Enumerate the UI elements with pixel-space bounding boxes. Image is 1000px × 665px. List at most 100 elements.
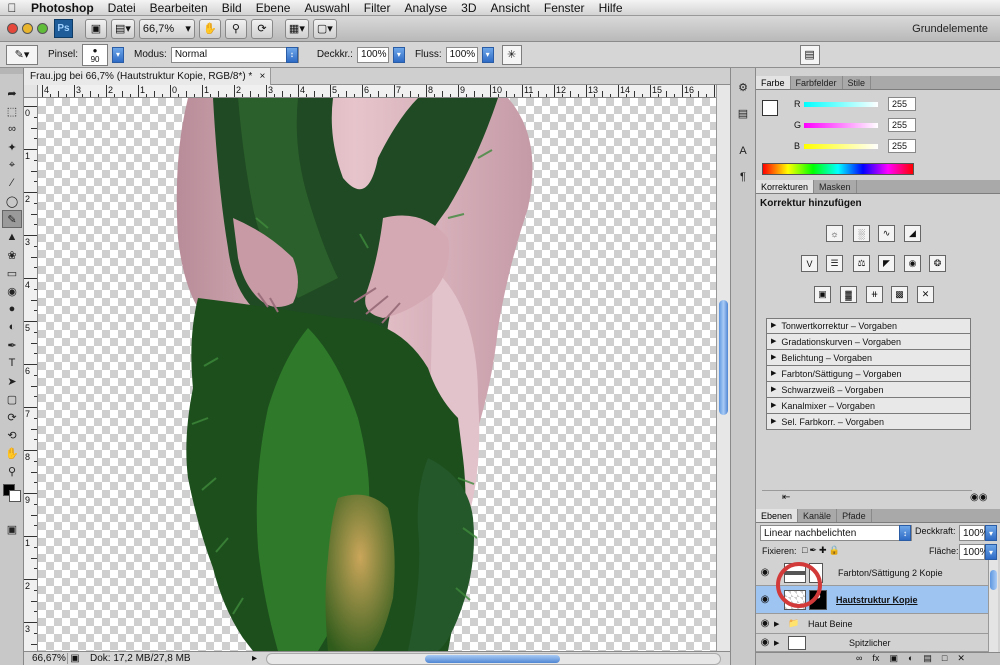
horizontal-scrollbar[interactable] bbox=[266, 652, 721, 665]
vertical-scroll-thumb[interactable] bbox=[719, 300, 728, 415]
status-info-icon[interactable]: ▣ bbox=[68, 653, 82, 664]
delete-layer-icon[interactable]: ✕ bbox=[957, 653, 965, 665]
opacity-arrow[interactable]: ▾ bbox=[392, 46, 405, 63]
menu-ebene[interactable]: Ebene bbox=[249, 0, 298, 16]
exposure-icon[interactable]: ◢ bbox=[904, 225, 921, 242]
menu-hilfe[interactable]: Hilfe bbox=[592, 0, 630, 16]
screen-mode-button[interactable]: ▢▾ bbox=[312, 18, 337, 39]
brightness-contrast-icon[interactable]: ☼ bbox=[826, 225, 843, 242]
menu-bild[interactable]: Bild bbox=[215, 0, 249, 16]
history-panel-icon[interactable]: ⚙ bbox=[733, 78, 753, 96]
status-zoom[interactable]: 66,67% bbox=[24, 653, 68, 664]
preset-tonwertkorrektur[interactable]: ▶ Tonwertkorrektur – Vorgaben bbox=[766, 318, 971, 334]
shape-tool-icon[interactable]: ▢ bbox=[2, 390, 22, 408]
pen-tool-icon[interactable]: ✒ bbox=[2, 336, 22, 354]
menu-bearbeiten[interactable]: Bearbeiten bbox=[143, 0, 215, 16]
menu-auswahl[interactable]: Auswahl bbox=[297, 0, 356, 16]
layers-scroll-thumb[interactable] bbox=[990, 570, 997, 590]
tab-stile[interactable]: Stile bbox=[843, 76, 872, 89]
airbrush-button[interactable]: ✳ bbox=[501, 44, 522, 65]
minimize-window-button[interactable] bbox=[22, 23, 33, 34]
crop-tool-icon[interactable]: ⌖ bbox=[2, 156, 22, 174]
tab-korrekturen[interactable]: Korrekturen bbox=[756, 180, 815, 193]
hue-saturation-icon[interactable]: ☰ bbox=[826, 255, 843, 272]
lasso-tool-icon[interactable]: ∞ bbox=[2, 120, 22, 138]
3d-orbit-tool-icon[interactable]: ⟲ bbox=[2, 426, 22, 444]
gradient-map-icon[interactable]: ▩ bbox=[891, 286, 908, 303]
eyedropper-tool-icon[interactable]: ⁄ bbox=[2, 174, 22, 192]
new-layer-icon[interactable]: □ bbox=[942, 653, 947, 665]
layer-style-icon[interactable]: fx bbox=[872, 653, 879, 665]
stamp-tool-icon[interactable]: ▲ bbox=[2, 228, 22, 246]
quick-mask-icon[interactable]: ▣ bbox=[2, 520, 22, 538]
background-color-swatch[interactable] bbox=[9, 490, 21, 502]
black-white-icon[interactable]: ◤ bbox=[878, 255, 895, 272]
brush-panel-button[interactable]: ▤ bbox=[799, 44, 820, 65]
flow-input[interactable]: 100% bbox=[445, 46, 478, 63]
flow-arrow[interactable]: ▾ bbox=[481, 46, 494, 63]
adjustments-return-icon[interactable]: ⇤ bbox=[782, 492, 790, 503]
horizontal-ruler[interactable]: 432101234567891011121314151617 bbox=[38, 85, 716, 98]
color-balance-icon[interactable]: ⚖ bbox=[853, 255, 870, 272]
channel-mixer-icon[interactable]: ❂ bbox=[929, 255, 946, 272]
selective-color-icon[interactable]: ✕ bbox=[917, 286, 934, 303]
green-value-input[interactable]: 255 bbox=[888, 118, 916, 132]
document-tab[interactable]: Frau.jpg bei 66,7% (Hautstruktur Kopie, … bbox=[24, 68, 272, 85]
fill-arrow[interactable]: ▾ bbox=[985, 544, 997, 560]
zoom-tool-icon[interactable]: ⚲ bbox=[2, 462, 22, 480]
fill-input[interactable]: 100% bbox=[959, 544, 989, 560]
brush-picker-arrow[interactable]: ▾ bbox=[112, 46, 125, 63]
menu-3d[interactable]: 3D bbox=[454, 0, 483, 16]
paragraph-panel-icon[interactable]: ¶ bbox=[733, 168, 753, 186]
zoom-window-button[interactable] bbox=[37, 23, 48, 34]
layer-row[interactable]: ◉ ▶ Spitzlicher bbox=[756, 634, 988, 652]
red-slider[interactable] bbox=[804, 101, 878, 107]
arrange-documents-button[interactable]: ▦▾ bbox=[284, 18, 309, 39]
brush-tool-icon[interactable]: ✎ bbox=[2, 210, 22, 228]
history-brush-tool-icon[interactable]: ❀ bbox=[2, 246, 22, 264]
new-adjustment-icon[interactable]: ◐ bbox=[908, 653, 913, 665]
mode-select[interactable]: Normal ↕ bbox=[170, 46, 299, 63]
tab-farbfelder[interactable]: Farbfelder bbox=[791, 76, 843, 89]
posterize-icon[interactable]: ▓ bbox=[840, 286, 857, 303]
type-tool-icon[interactable]: T bbox=[2, 354, 22, 372]
preset-schwarzweiss[interactable]: ▶ Schwarzweiß – Vorgaben bbox=[766, 382, 971, 398]
link-layers-icon[interactable]: ∞ bbox=[856, 653, 862, 665]
vertical-ruler[interactable]: 0 1 2 3 4 5 6 7 8 9 1 2 3 bbox=[24, 98, 38, 651]
new-group-icon[interactable]: ▤ bbox=[923, 653, 932, 665]
color-panel-foreground-swatch[interactable] bbox=[762, 100, 778, 116]
threshold-icon[interactable]: ⧺ bbox=[866, 286, 883, 303]
tab-ebenen[interactable]: Ebenen bbox=[756, 509, 799, 522]
lock-icons[interactable]: □✒✚🔒 bbox=[802, 545, 842, 556]
tab-pfade[interactable]: Pfade bbox=[837, 509, 872, 522]
tab-kanaele[interactable]: Kanäle bbox=[798, 509, 838, 522]
view-extras-button[interactable]: ▤▾ bbox=[111, 18, 135, 39]
invert-icon[interactable]: ▣ bbox=[814, 286, 831, 303]
preset-kanalmixer[interactable]: ▶ Kanalmixer – Vorgaben bbox=[766, 398, 971, 414]
apple-icon[interactable]:  bbox=[0, 1, 24, 15]
menu-filter[interactable]: Filter bbox=[357, 0, 398, 16]
layers-scrollbar[interactable] bbox=[988, 560, 998, 652]
document-canvas[interactable] bbox=[38, 98, 716, 651]
eye-icon[interactable]: ◉ bbox=[756, 637, 774, 648]
adjustments-options-icon[interactable]: ◉◉ bbox=[970, 492, 987, 503]
add-mask-icon[interactable]: ▣ bbox=[889, 653, 898, 665]
color-spectrum-bar[interactable] bbox=[762, 163, 914, 175]
horizontal-scroll-thumb[interactable] bbox=[425, 654, 560, 663]
eye-icon[interactable]: ◉ bbox=[756, 594, 774, 605]
tool-preset-picker[interactable]: ✎▾ bbox=[6, 44, 38, 65]
menu-fenster[interactable]: Fenster bbox=[537, 0, 592, 16]
status-menu-arrow-icon[interactable]: ▸ bbox=[252, 653, 266, 664]
workspace-switcher[interactable]: Grundelemente bbox=[912, 23, 988, 35]
preset-gradationskurven[interactable]: ▶ Gradationskurven – Vorgaben bbox=[766, 334, 971, 350]
zoom-level-select[interactable]: 66,7% ▾ bbox=[138, 18, 195, 39]
rotate-view-button[interactable]: ⟳ bbox=[250, 18, 273, 39]
menu-datei[interactable]: Datei bbox=[101, 0, 143, 16]
vertical-scrollbar[interactable] bbox=[716, 85, 730, 651]
blend-mode-select[interactable]: Linear nachbelichten ↕ bbox=[760, 525, 912, 541]
paint-bucket-tool-icon[interactable]: ◉ bbox=[2, 282, 22, 300]
menu-ansicht[interactable]: Ansicht bbox=[484, 0, 537, 16]
eye-icon[interactable]: ◉ bbox=[756, 618, 774, 629]
opacity-input[interactable]: 100% bbox=[356, 46, 389, 63]
move-tool-icon[interactable]: ➦ bbox=[2, 84, 22, 102]
